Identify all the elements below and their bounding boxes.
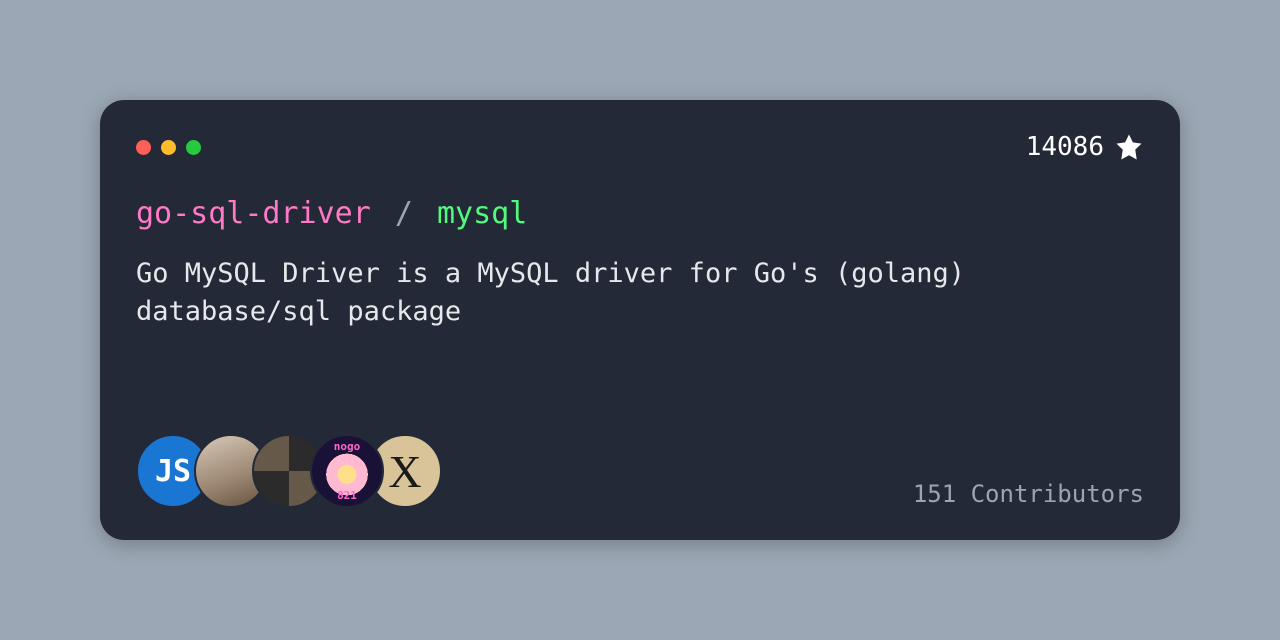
avatar[interactable] — [310, 434, 384, 508]
repo-name[interactable]: mysql — [437, 196, 527, 231]
repo-description: Go MySQL Driver is a MySQL driver for Go… — [136, 255, 1056, 331]
zoom-icon[interactable] — [186, 140, 201, 155]
title-separator: / — [395, 196, 413, 231]
star-icon — [1114, 132, 1144, 162]
stars-count[interactable]: 14086 — [1026, 132, 1144, 162]
repo-title: go-sql-driver / mysql — [136, 196, 1144, 231]
contributors-count[interactable]: 151 Contributors — [913, 480, 1144, 508]
minimize-icon[interactable] — [161, 140, 176, 155]
stars-value: 14086 — [1026, 132, 1104, 162]
window-controls — [136, 140, 201, 155]
bottom-row: JS X 151 Contributors — [136, 434, 1144, 508]
repo-org[interactable]: go-sql-driver — [136, 196, 371, 231]
top-row: 14086 — [136, 132, 1144, 162]
close-icon[interactable] — [136, 140, 151, 155]
contributor-avatars: JS X — [136, 434, 442, 508]
repo-card: 14086 go-sql-driver / mysql Go MySQL Dri… — [100, 100, 1180, 540]
